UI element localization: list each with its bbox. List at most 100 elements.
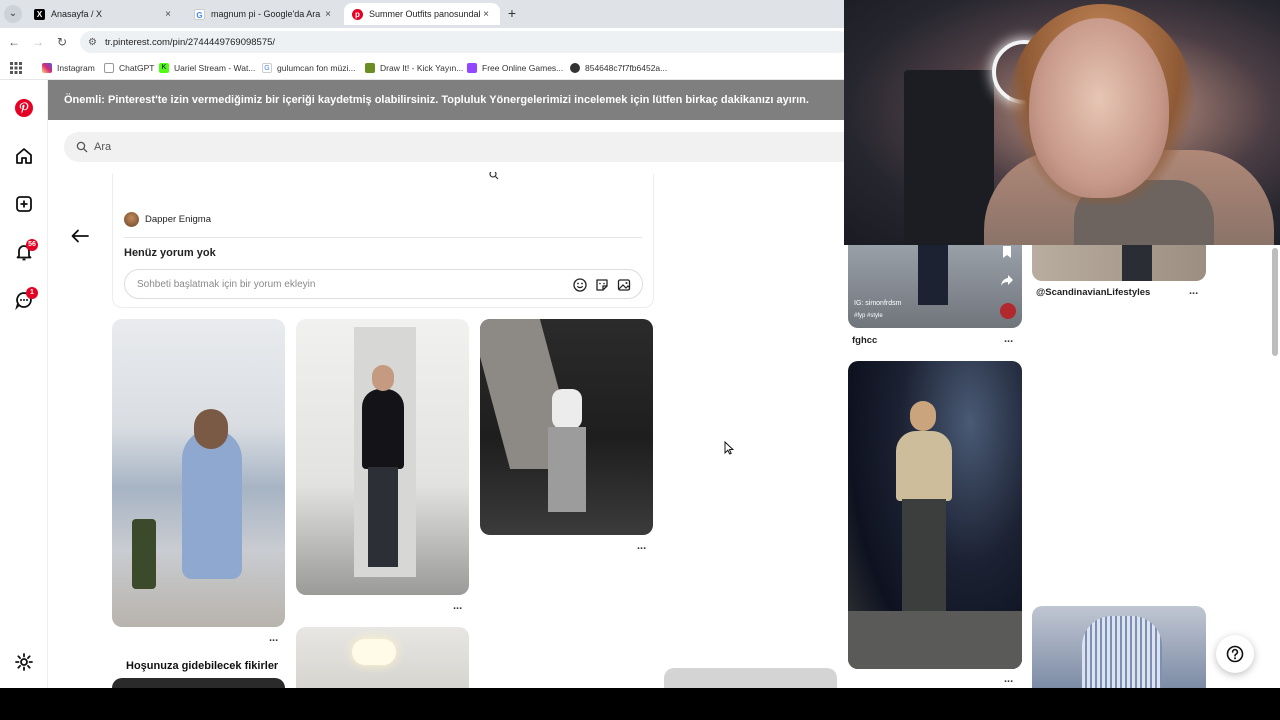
bookmark-label: Uariel Stream - Wat...	[174, 63, 256, 73]
home-icon[interactable]	[14, 146, 34, 166]
back-arrow-icon[interactable]	[70, 228, 90, 244]
author-name[interactable]: Dapper Enigma	[145, 214, 211, 225]
pin-image-grey[interactable]	[664, 668, 837, 688]
pin-title[interactable]: fghcc	[852, 335, 877, 346]
search-icon	[76, 141, 88, 153]
settings-gear-icon[interactable]	[14, 652, 34, 672]
pin-overlay-tags: #fyp #style	[854, 313, 883, 319]
pinterest-side-rail: 56 1	[0, 80, 48, 688]
mouse-cursor-icon	[724, 441, 734, 455]
chatgpt-icon	[104, 63, 114, 73]
bookmark-label: gulumcan fon müzi...	[277, 63, 356, 73]
webcam-person-face	[1029, 18, 1169, 198]
pin-image-next[interactable]	[112, 678, 285, 688]
pin-image-striped-shirt[interactable]	[1032, 606, 1206, 688]
pin-more-options[interactable]: ...	[453, 600, 462, 612]
apps-grid-icon[interactable]	[10, 61, 22, 75]
tab-title: magnum pi - Google'da Ara	[211, 9, 321, 19]
search-input[interactable]: Ara	[64, 132, 844, 162]
tab-title: Summer Outfits panosundaki P	[369, 9, 480, 19]
google-logo-icon: G	[194, 8, 205, 20]
browser-tab-bar: ⌄ X Anasayfa / X × G magnum pi - Google'…	[0, 0, 844, 28]
help-button[interactable]	[1216, 635, 1254, 673]
bookmark-label: 854648c7f7fb6452a...	[585, 63, 668, 73]
pin-detail-card: Dapper Enigma Henüz yorum yok Sohbeti ba…	[112, 172, 654, 308]
close-icon[interactable]: ×	[322, 9, 334, 20]
avatar[interactable]	[124, 212, 139, 227]
messages-badge: 1	[26, 287, 38, 299]
pin-more-options[interactable]: ...	[1189, 285, 1198, 297]
pin-more-options[interactable]: ...	[1004, 673, 1013, 685]
bookmark-kick-stream[interactable]: K Uariel Stream - Wat...	[159, 61, 255, 75]
bookmark-label: Draw It! - Kick Yayın...	[380, 63, 464, 73]
pin-more-options[interactable]: ...	[1004, 333, 1013, 345]
pin-image-man-white-tee[interactable]	[480, 319, 653, 535]
pin-image-scandinavian[interactable]	[1032, 245, 1206, 281]
zoom-icon[interactable]	[488, 172, 500, 180]
avatar[interactable]	[1000, 303, 1016, 319]
bookmarks-bar: Instagram ChatGPT K Uariel Stream - Wat.…	[0, 56, 844, 80]
page-scrollbar-thumb[interactable]	[1272, 248, 1278, 356]
bookmark-icon[interactable]	[1000, 245, 1014, 259]
bookmark-draw-it[interactable]: Draw It! - Kick Yayın...	[365, 61, 463, 75]
tab-pinterest[interactable]: p Summer Outfits panosundaki P ×	[344, 3, 500, 25]
pin-title[interactable]: @ScandinavianLifestyles	[1036, 287, 1150, 298]
pinterest-main: Önemli: Pinterest'te izin vermediğimiz b…	[48, 80, 844, 688]
tab-search-chevron-icon[interactable]: ⌄	[4, 5, 22, 23]
reload-icon[interactable]: ↻	[54, 34, 70, 50]
pinterest-right-column: IG: simonfrdsm #fyp #style fghcc ... @Sc…	[844, 245, 1280, 688]
bookmark-instagram[interactable]: Instagram	[42, 61, 95, 75]
bookmark-hash[interactable]: 854648c7f7fb6452a...	[570, 61, 667, 75]
image-upload-icon[interactable]	[617, 278, 631, 292]
sticker-icon[interactable]	[595, 278, 609, 292]
forward-arrow-icon[interactable]: →	[30, 34, 46, 50]
comments-heading: Henüz yorum yok	[124, 247, 216, 259]
close-icon[interactable]: ×	[480, 9, 492, 20]
comment-input[interactable]: Sohbeti başlatmak için bir yorum ekleyin	[124, 269, 643, 299]
tab-title: Anasayfa / X	[51, 9, 103, 19]
kick-icon: K	[159, 63, 169, 73]
bookmark-label: Free Online Games...	[482, 63, 564, 73]
pin-image-man-beige-tee[interactable]	[848, 361, 1022, 669]
x-logo-icon: X	[34, 8, 45, 20]
pin-image-simonfrdsm[interactable]: IG: simonfrdsm #fyp #style	[848, 245, 1022, 328]
taskbar	[0, 688, 1280, 720]
webcam-dresser	[904, 70, 994, 245]
back-arrow-icon[interactable]: ←	[6, 34, 22, 50]
bookmark-chatgpt[interactable]: ChatGPT	[104, 61, 154, 75]
tab-x[interactable]: X Anasayfa / X ×	[26, 3, 182, 25]
new-tab-plus-icon[interactable]: +	[503, 5, 521, 23]
pinterest-logo-icon: p	[352, 8, 363, 20]
pin-overlay-handle: IG: simonfrdsm	[854, 300, 902, 307]
close-icon[interactable]: ×	[162, 9, 174, 20]
site-info-icon[interactable]: ⚙	[88, 37, 97, 48]
twitch-icon	[467, 63, 477, 73]
bookmark-label: Instagram	[57, 63, 95, 73]
comment-placeholder: Sohbeti başlatmak için bir yorum ekleyin	[137, 278, 316, 290]
tab-google[interactable]: G magnum pi - Google'da Ara ×	[186, 3, 342, 25]
bookmark-google-search[interactable]: G gulumcan fon müzi...	[262, 61, 355, 75]
pin-more-options[interactable]: ...	[637, 540, 646, 552]
emoji-icon[interactable]	[573, 278, 587, 292]
url-text: tr.pinterest.com/pin/2744449769098575/	[104, 36, 276, 48]
globe-icon	[570, 63, 580, 73]
pin-image-man-drinking[interactable]	[112, 319, 285, 627]
webcam-overlay	[844, 0, 1280, 245]
pinterest-logo-icon[interactable]	[14, 98, 34, 118]
divider	[124, 237, 642, 238]
section-title: Hoşunuza gidebilecek fikirler	[126, 660, 279, 672]
instagram-icon	[42, 63, 52, 73]
pin-image-man-black-sweater[interactable]	[296, 319, 469, 595]
pin-more-options[interactable]: ...	[269, 632, 278, 644]
share-icon[interactable]	[1000, 273, 1014, 287]
address-bar[interactable]: ⚙ tr.pinterest.com/pin/2744449769098575/	[80, 31, 850, 53]
create-plus-icon[interactable]	[14, 194, 34, 214]
browser-nav-bar: ← → ↻ ⚙ tr.pinterest.com/pin/27444497690…	[0, 28, 850, 56]
content-warning-banner[interactable]: Önemli: Pinterest'te izin vermediğimiz b…	[48, 80, 844, 120]
pin-author[interactable]: Dapper Enigma	[124, 212, 211, 227]
google-logo-icon: G	[262, 63, 272, 73]
notifications-badge: 56	[26, 239, 38, 251]
pin-image-ceiling-light[interactable]	[296, 627, 469, 688]
bookmark-free-games[interactable]: Free Online Games...	[467, 61, 563, 75]
help-question-icon	[1226, 645, 1244, 663]
